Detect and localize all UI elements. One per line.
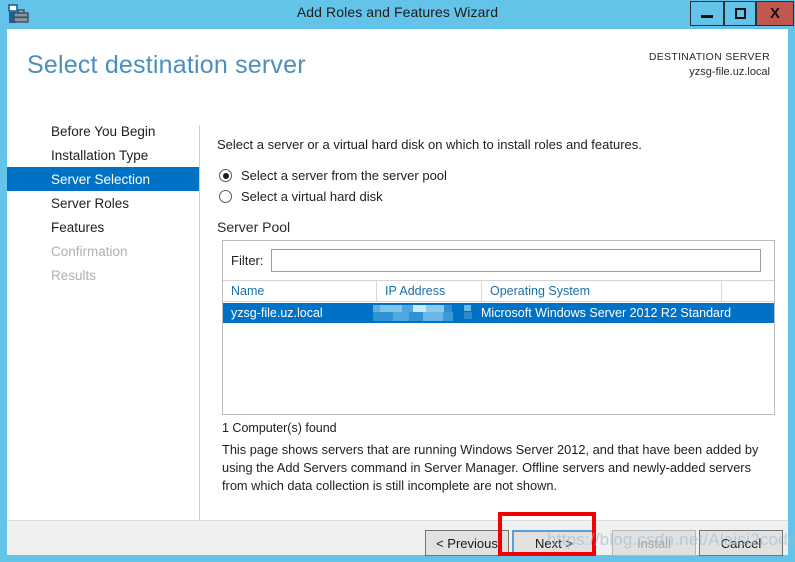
- title-bar[interactable]: Add Roles and Features Wizard X: [0, 0, 795, 29]
- intro-text: Select a server or a virtual hard disk o…: [217, 137, 642, 152]
- cell-operating-system: Microsoft Windows Server 2012 R2 Standar…: [481, 303, 731, 323]
- column-header-spacer: [721, 281, 774, 301]
- client-area: Select destination server DESTINATION SE…: [7, 29, 788, 555]
- radio-select-from-server-pool[interactable]: Select a server from the server pool: [219, 168, 447, 183]
- sidebar-item-installation-type[interactable]: Installation Type: [7, 143, 199, 167]
- computers-found-text: 1 Computer(s) found: [222, 421, 337, 435]
- radio-select-from-server-pool-label: Select a server from the server pool: [241, 168, 447, 183]
- column-header-operating-system[interactable]: Operating System: [481, 281, 721, 301]
- destination-server-label: DESTINATION SERVER: [649, 50, 770, 65]
- previous-button[interactable]: < Previous: [425, 530, 509, 556]
- sidebar-item-confirmation: Confirmation: [7, 239, 199, 263]
- filter-input[interactable]: [271, 249, 761, 272]
- table-header-row: Name IP Address Operating System: [223, 280, 774, 302]
- cancel-button[interactable]: Cancel: [699, 530, 783, 556]
- window-title: Add Roles and Features Wizard: [0, 4, 795, 20]
- page-title: Select destination server: [27, 51, 306, 80]
- nav-content-divider: [199, 125, 200, 521]
- cell-server-name: yzsg-file.uz.local: [231, 303, 323, 323]
- wizard-footer: < Previous Next > Install Cancel: [7, 520, 788, 555]
- radio-selected-icon: [219, 169, 232, 182]
- radio-unselected-icon: [219, 190, 232, 203]
- maximize-icon: [735, 8, 746, 19]
- content-pane: Select a server or a virtual hard disk o…: [217, 101, 777, 520]
- server-pool-heading: Server Pool: [217, 219, 290, 235]
- sidebar-item-before-you-begin[interactable]: Before You Begin: [7, 119, 199, 143]
- filter-label: Filter:: [231, 253, 264, 268]
- wizard-window: Add Roles and Features Wizard X Select d…: [0, 0, 795, 562]
- sidebar-item-features[interactable]: Features: [7, 215, 199, 239]
- server-pool-box: Filter: Name IP Address Operating System…: [222, 240, 775, 415]
- server-pool-description: This page shows servers that are running…: [222, 441, 775, 495]
- minimize-icon: [701, 15, 713, 18]
- sidebar-item-results: Results: [7, 263, 199, 287]
- wizard-nav-pane: Before You Begin Installation Type Serve…: [7, 101, 199, 520]
- radio-select-virtual-hard-disk-label: Select a virtual hard disk: [241, 189, 383, 204]
- column-header-ip-address[interactable]: IP Address: [376, 281, 481, 301]
- install-button: Install: [612, 530, 696, 556]
- sidebar-item-server-roles[interactable]: Server Roles: [7, 191, 199, 215]
- destination-server-block: DESTINATION SERVER yzsg-file.uz.local: [649, 50, 770, 80]
- table-row[interactable]: yzsg-file.uz.local: [223, 303, 774, 323]
- next-button[interactable]: Next >: [512, 530, 596, 556]
- sidebar-item-server-selection[interactable]: Server Selection: [7, 167, 199, 191]
- page-header: Select destination server DESTINATION SE…: [7, 29, 788, 101]
- minimize-button[interactable]: [690, 1, 724, 26]
- cell-ip-address-redacted: [369, 303, 481, 323]
- radio-select-virtual-hard-disk[interactable]: Select a virtual hard disk: [219, 189, 383, 204]
- destination-server-value: yzsg-file.uz.local: [649, 65, 770, 80]
- column-header-name[interactable]: Name: [223, 281, 376, 301]
- close-button[interactable]: X: [756, 1, 794, 26]
- maximize-button[interactable]: [724, 1, 756, 26]
- filter-row: Filter:: [223, 241, 774, 280]
